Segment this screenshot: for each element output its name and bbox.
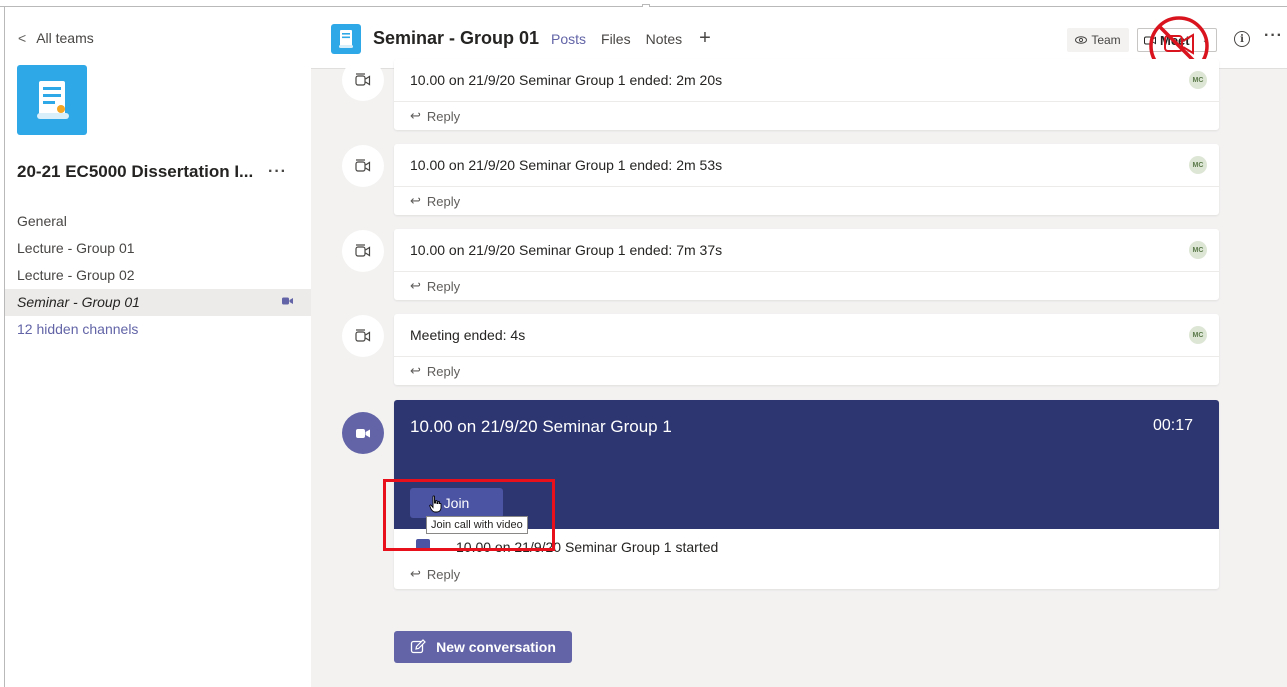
meeting-ended-icon (342, 230, 384, 272)
new-conversation-label: New conversation (436, 639, 556, 655)
video-camera-icon (416, 539, 430, 551)
channel-item-lecture-group-01[interactable]: Lecture - Group 01 (5, 235, 311, 262)
join-tooltip: Join call with video (426, 516, 528, 534)
hand-cursor-icon (429, 495, 442, 513)
reply-arrow-icon: ↩ (410, 363, 421, 378)
post-card: 10.00 on 21/9/20 Seminar Group 1 ended: … (394, 59, 1219, 130)
more-options-icon[interactable]: ··· (1264, 27, 1283, 45)
eye-icon (1075, 36, 1088, 44)
add-tab-button[interactable]: + (699, 28, 711, 48)
all-teams-link[interactable]: < All teams (18, 30, 94, 46)
post-text: 10.00 on 21/9/20 Seminar Group 1 ended: … (410, 242, 723, 258)
post-text: 10.00 on 21/9/20 Seminar Group 1 ended: … (410, 72, 723, 88)
team-button-label: Team (1091, 33, 1121, 47)
meeting-ended-icon (342, 315, 384, 357)
post-card: Meeting ended: 4s MC ↩ Reply (394, 314, 1219, 385)
channel-item-general[interactable]: General (5, 208, 311, 235)
post-text: 10.00 on 21/9/20 Seminar Group 1 ended: … (410, 157, 723, 173)
scroll-icon (37, 81, 69, 119)
compose-icon (410, 639, 426, 654)
active-meeting-card: 10.00 on 21/9/20 Seminar Group 1 00:17 J… (394, 400, 1219, 589)
channel-avatar (331, 24, 361, 54)
channel-list: General Lecture - Group 01 Lecture - Gro… (5, 208, 311, 343)
post-card: 10.00 on 21/9/20 Seminar Group 1 ended: … (394, 144, 1219, 215)
team-avatar[interactable] (17, 65, 87, 135)
page-title: Seminar - Group 01 (373, 28, 540, 48)
post-message: 10.00 on 21/9/20 Seminar Group 1 ended: … (394, 59, 1219, 102)
channel-item-label: Seminar - Group 01 (17, 294, 140, 310)
reply-label: Reply (426, 278, 461, 294)
reply-label: Reply (426, 363, 461, 379)
new-conversation-button[interactable]: New conversation (394, 631, 572, 663)
meeting-ended-icon (342, 59, 384, 101)
post-message: Meeting ended: 4s MC (394, 314, 1219, 357)
post-text: Meeting ended: 4s (410, 327, 526, 343)
channel-item-seminar-group-01[interactable]: Seminar - Group 01 (5, 289, 311, 316)
tab-files[interactable]: Files (601, 31, 631, 47)
reply-label: Reply (426, 108, 461, 124)
meeting-ended-icon (342, 145, 384, 187)
reply-arrow-icon: ↩ (410, 193, 421, 208)
post-message: 10.00 on 21/9/20 Seminar Group 1 ended: … (394, 229, 1219, 272)
reply-button[interactable]: ↩ Reply (394, 187, 1219, 215)
all-teams-label: All teams (36, 30, 94, 46)
meeting-title: 10.00 on 21/9/20 Seminar Group 1 (410, 417, 672, 436)
team-more-options-icon[interactable]: ··· (268, 163, 287, 181)
meeting-timer: 00:17 (1152, 417, 1193, 434)
reply-label: Reply (426, 566, 461, 582)
hidden-channels-link[interactable]: 12 hidden channels (5, 316, 311, 343)
join-button[interactable]: Join (410, 488, 503, 518)
avatar[interactable]: MC (1189, 71, 1207, 89)
post-card: 10.00 on 21/9/20 Seminar Group 1 ended: … (394, 229, 1219, 300)
team-button[interactable]: Team (1067, 28, 1129, 52)
video-camera-icon (282, 289, 293, 316)
reply-button[interactable]: ↩ Reply (410, 566, 460, 582)
post-message: 10.00 on 21/9/20 Seminar Group 1 ended: … (394, 144, 1219, 187)
channel-item-lecture-group-02[interactable]: Lecture - Group 02 (5, 262, 311, 289)
reply-arrow-icon: ↩ (410, 278, 421, 293)
channel-tabs: Posts Files Notes + (551, 28, 711, 64)
reply-button[interactable]: ↩ Reply (394, 102, 1219, 130)
channel-main: Seminar - Group 01 Posts Files Notes + T… (311, 7, 1287, 687)
tab-notes[interactable]: Notes (646, 31, 683, 47)
reply-arrow-icon: ↩ (410, 108, 421, 123)
reply-arrow-icon: ↩ (410, 566, 421, 581)
meeting-started-text: 10.00 on 21/9/20 Seminar Group 1 started (456, 539, 719, 555)
team-name-label: 20-21 EC5000 Dissertation I... (17, 162, 254, 181)
avatar[interactable]: MC (1189, 326, 1207, 344)
info-icon[interactable]: i (1234, 31, 1250, 47)
avatar[interactable]: MC (1189, 241, 1207, 259)
scroll-icon (339, 30, 353, 48)
chevron-left-icon: < (18, 30, 27, 46)
reply-label: Reply (426, 193, 461, 209)
team-name[interactable]: 20-21 EC5000 Dissertation I... ··· (17, 162, 287, 182)
reply-button[interactable]: ↩ Reply (394, 272, 1219, 300)
team-sidebar: < All teams 20-21 EC5000 Dissertation I.… (5, 7, 311, 687)
tab-posts[interactable]: Posts (551, 31, 587, 64)
avatar[interactable]: MC (1189, 156, 1207, 174)
meeting-banner: 10.00 on 21/9/20 Seminar Group 1 00:17 J… (394, 400, 1219, 534)
active-meeting-icon (342, 412, 384, 454)
reply-button[interactable]: ↩ Reply (394, 357, 1219, 385)
